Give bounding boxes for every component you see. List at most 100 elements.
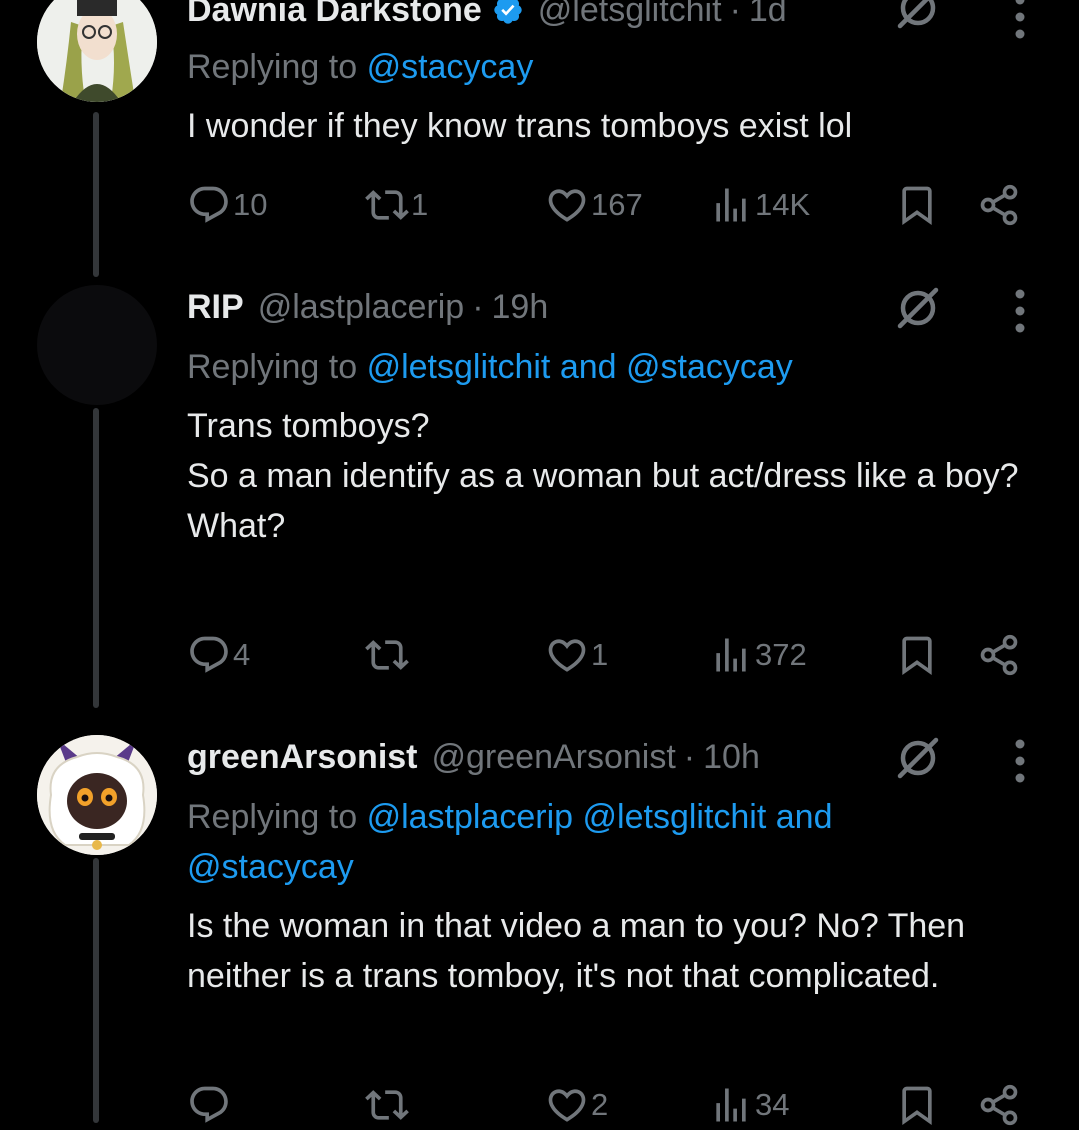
bookmark-icon xyxy=(902,186,932,226)
share-icon xyxy=(980,184,1018,226)
tweet-text: I wonder if they know trans tomboys exis… xyxy=(187,101,1047,151)
views-icon xyxy=(716,1088,746,1122)
repost-button[interactable] xyxy=(365,1080,411,1130)
reply-count: 10 xyxy=(233,187,268,222)
views-button[interactable]: 34 xyxy=(709,1080,789,1130)
repost-icon xyxy=(365,1090,409,1120)
display-name[interactable]: RIP xyxy=(187,288,244,327)
mention-joiner: and xyxy=(559,348,617,386)
tweet-header: RIP @lastplacerip · 19h xyxy=(187,285,548,329)
display-name[interactable]: Dawnia Darkstone xyxy=(187,0,482,30)
reply-icon xyxy=(190,1086,228,1123)
mention-link[interactable]: @stacycay xyxy=(187,848,354,886)
tweet-text: Is the woman in that video a man to you?… xyxy=(187,901,987,1001)
action-bar: 2 34 xyxy=(187,1080,1037,1130)
bookmark-icon xyxy=(902,636,932,676)
display-name[interactable]: greenArsonist xyxy=(187,738,418,777)
more-icon[interactable] xyxy=(1010,0,1030,40)
mention-link[interactable]: @letsglitchit xyxy=(583,798,767,836)
handle[interactable]: @lastplacerip xyxy=(258,288,465,327)
mention-joiner: and xyxy=(775,798,833,836)
reply-button[interactable] xyxy=(187,1080,233,1130)
bookmark-button[interactable] xyxy=(895,630,939,680)
reply-button[interactable]: 10 xyxy=(187,180,267,230)
repost-icon xyxy=(365,640,409,670)
grok-icon[interactable] xyxy=(892,282,944,334)
more-icon[interactable] xyxy=(1010,738,1030,784)
action-bar: 4 1 372 xyxy=(187,630,1037,680)
tweet-greenarsonist[interactable]: greenArsonist @greenArsonist · 10h Reply… xyxy=(0,720,1079,1126)
views-button[interactable]: 14K xyxy=(709,180,810,230)
share-icon xyxy=(980,634,1018,676)
avatar[interactable] xyxy=(37,0,157,102)
handle[interactable]: @letsglitchit xyxy=(538,0,722,30)
like-count: 1 xyxy=(591,637,609,672)
separator: · xyxy=(472,287,484,326)
replying-prefix: Replying to xyxy=(187,48,358,86)
like-button[interactable]: 2 xyxy=(545,1080,608,1130)
mention-link[interactable]: @stacycay xyxy=(626,348,793,386)
tweet-header: Dawnia Darkstone @letsglitchit · 1d xyxy=(187,0,787,32)
reply-icon xyxy=(190,636,228,673)
tweet-dawnia[interactable]: Dawnia Darkstone @letsglitchit · 1d Repl… xyxy=(0,0,1079,277)
views-count: 14K xyxy=(755,187,811,222)
share-icon xyxy=(980,1084,1018,1126)
like-count: 167 xyxy=(591,187,643,222)
bookmark-button[interactable] xyxy=(895,1080,939,1130)
repost-icon xyxy=(365,190,409,220)
repost-button[interactable] xyxy=(365,630,411,680)
action-bar: 10 1 167 14K xyxy=(187,180,1037,230)
repost-count: 1 xyxy=(411,187,429,222)
share-button[interactable] xyxy=(977,630,1021,680)
separator: · xyxy=(683,737,696,776)
replying-prefix: Replying to xyxy=(187,798,358,836)
tweet-header: greenArsonist @greenArsonist · 10h xyxy=(187,735,760,779)
grok-icon[interactable] xyxy=(892,0,944,34)
timestamp[interactable]: 1d xyxy=(749,0,787,30)
like-count: 2 xyxy=(591,1087,609,1122)
bookmark-button[interactable] xyxy=(895,180,939,230)
replying-to: Replying to @stacycay xyxy=(187,42,533,92)
mention-link[interactable]: @stacycay xyxy=(367,48,534,86)
thread-line xyxy=(93,858,99,1123)
like-button[interactable]: 1 xyxy=(545,630,608,680)
handle[interactable]: @greenArsonist xyxy=(432,738,676,777)
tweet-line: So a man identify as a woman but act/dre… xyxy=(187,457,1019,495)
views-count: 372 xyxy=(755,637,807,672)
views-button[interactable]: 372 xyxy=(709,630,807,680)
like-icon xyxy=(548,1089,586,1122)
avatar[interactable] xyxy=(37,285,157,405)
reply-button[interactable]: 4 xyxy=(187,630,250,680)
timestamp[interactable]: 10h xyxy=(703,738,760,777)
tweet-line: Trans tomboys? xyxy=(187,407,430,445)
views-icon xyxy=(716,188,746,222)
mention-link[interactable]: @lastplacerip xyxy=(367,798,574,836)
reply-count: 4 xyxy=(233,637,251,672)
share-button[interactable] xyxy=(977,180,1021,230)
bookmark-icon xyxy=(902,1086,932,1126)
tweet-text: Trans tomboys? So a man identify as a wo… xyxy=(187,401,1047,551)
reply-icon xyxy=(190,186,228,223)
verified-icon xyxy=(494,0,522,24)
repost-button[interactable]: 1 xyxy=(365,180,428,230)
like-icon xyxy=(548,639,586,672)
replying-prefix: Replying to xyxy=(187,348,358,386)
tweet-line: What? xyxy=(187,507,286,545)
share-button[interactable] xyxy=(977,1080,1021,1130)
like-icon xyxy=(548,189,586,222)
thread-line xyxy=(93,112,99,277)
views-icon xyxy=(716,638,746,672)
tweet-rip[interactable]: RIP @lastplacerip · 19h Replying to @let… xyxy=(0,270,1079,720)
thread-line xyxy=(93,408,99,708)
tweet-line: I wonder if they know trans tomboys exis… xyxy=(187,107,853,145)
like-button[interactable]: 167 xyxy=(545,180,643,230)
avatar[interactable] xyxy=(37,735,157,855)
separator: · xyxy=(729,0,741,29)
views-count: 34 xyxy=(755,1087,790,1122)
timestamp[interactable]: 19h xyxy=(492,288,549,327)
replying-to: Replying to @letsglitchit and @stacycay xyxy=(187,342,793,392)
more-icon[interactable] xyxy=(1010,288,1030,334)
replying-to: Replying to @lastplacerip @letsglitchit … xyxy=(187,792,947,892)
mention-link[interactable]: @letsglitchit xyxy=(367,348,551,386)
grok-icon[interactable] xyxy=(892,732,944,784)
